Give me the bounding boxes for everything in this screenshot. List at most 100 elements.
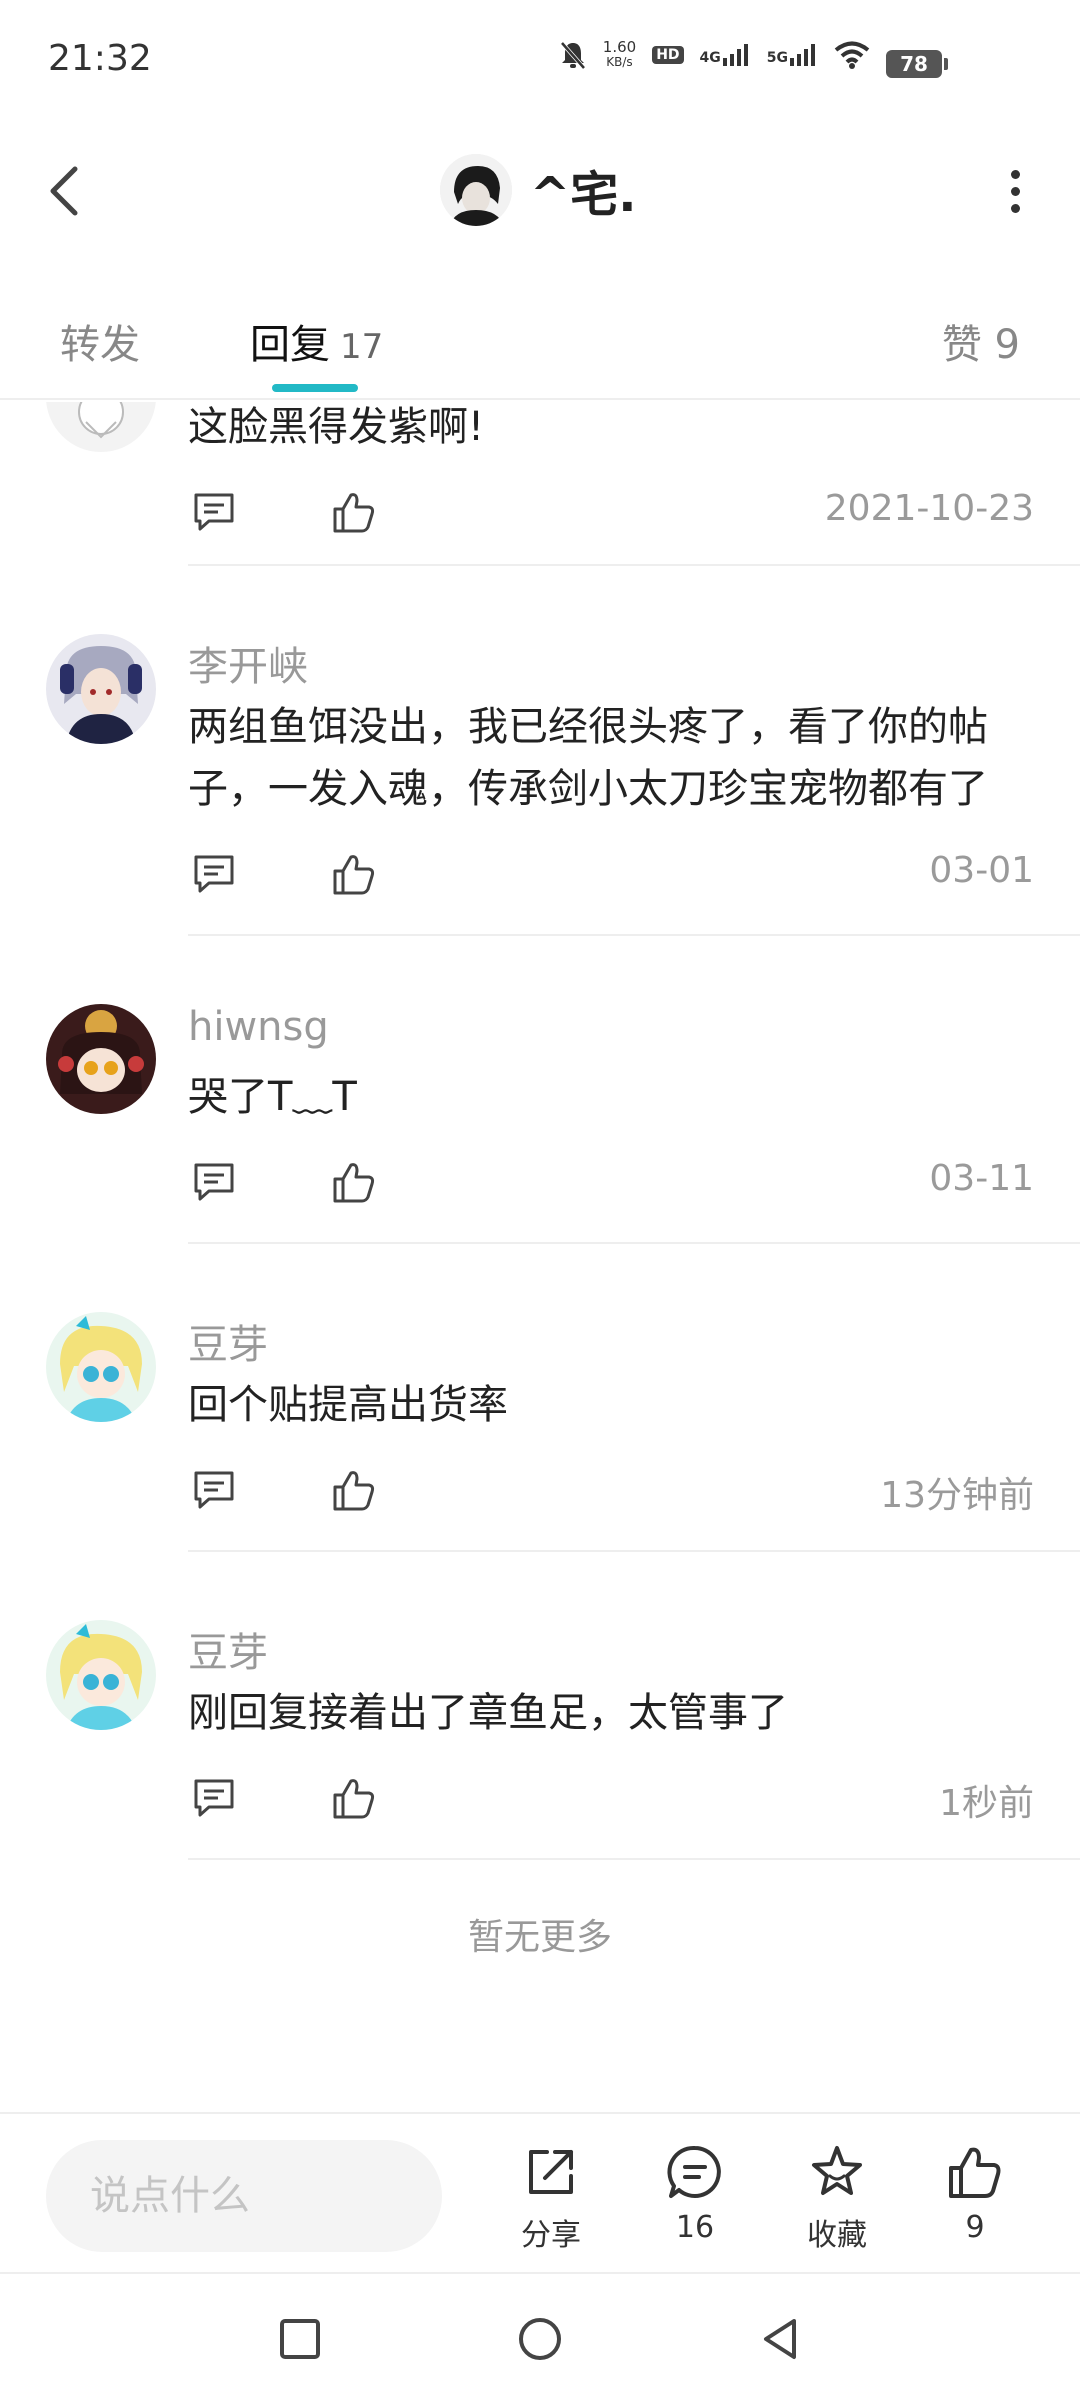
comment-time: 1秒前 — [939, 1783, 1034, 1824]
dot-icon — [1010, 203, 1020, 213]
divider — [188, 1242, 1080, 1244]
back-arrow-icon — [50, 166, 78, 216]
comment-icon — [194, 493, 234, 531]
dot-icon — [1010, 186, 1020, 196]
user-avatar-icon — [46, 1004, 156, 1114]
thumbs-up-icon — [333, 1163, 375, 1203]
tab-like[interactable]: 赞 9 — [942, 312, 1020, 370]
comment-time: 2021-10-23 — [824, 488, 1034, 529]
comment-text: 回个贴提高出货率 — [188, 1382, 508, 1428]
user-avatar-icon — [46, 402, 156, 452]
like-button[interactable] — [324, 1460, 384, 1520]
sim2-network-label: 5G — [766, 50, 788, 66]
comment-count-button[interactable]: 16 — [640, 2142, 750, 2245]
divider — [188, 1858, 1080, 1860]
system-nav-bar — [0, 2272, 1080, 2400]
user-avatar-icon — [46, 1620, 156, 1730]
comment-count-label: 16 — [675, 2210, 715, 2245]
status-time: 21:32 — [48, 38, 152, 79]
recents-button[interactable] — [265, 2304, 335, 2374]
comment-list[interactable]: 这脸黑得发紫啊! 2021-10-23 李开峡 两组鱼饵没出，我已经很头疼了，看… — [0, 402, 1080, 2112]
battery-indicator: 78 — [886, 50, 948, 78]
comment-time: 03-11 — [929, 1158, 1034, 1199]
tab-reply-count: 17 — [340, 327, 384, 367]
user-avatar-icon — [46, 634, 156, 744]
like-button[interactable] — [324, 1152, 384, 1212]
tab-forward[interactable]: 转发 — [60, 312, 140, 370]
thumbs-up-icon — [333, 1471, 375, 1511]
reply-button[interactable] — [184, 844, 244, 904]
signal-bars-icon — [722, 44, 748, 66]
comment-icon — [194, 1779, 234, 1817]
avatar[interactable] — [46, 1004, 156, 1114]
avatar[interactable] — [46, 1620, 156, 1730]
hd-badge: HD — [652, 46, 684, 64]
comment-icon — [194, 855, 234, 893]
net-speed-unit: KB/s — [606, 55, 633, 69]
back-nav-button[interactable] — [745, 2304, 815, 2374]
thumbs-up-icon — [949, 2147, 1001, 2198]
comment-text: 这脸黑得发紫啊! — [188, 404, 485, 450]
tab-reply-label: 回复 — [250, 322, 330, 368]
comment-input[interactable]: 说点什么 — [46, 2140, 442, 2252]
avatar[interactable] — [440, 154, 512, 226]
more-options-button[interactable] — [980, 156, 1050, 226]
favorite-label: 收藏 — [807, 2218, 867, 2253]
no-more-indicator: 暂无更多 — [467, 1917, 612, 1958]
like-button[interactable] — [324, 844, 384, 904]
circle-icon — [519, 2318, 561, 2360]
avatar[interactable] — [46, 1312, 156, 1422]
header-username: ^宅. — [530, 167, 637, 223]
like-post-button[interactable]: 9 — [920, 2142, 1030, 2245]
divider — [188, 1550, 1080, 1552]
favorite-button[interactable]: 收藏 — [782, 2142, 892, 2254]
share-icon — [529, 2150, 573, 2194]
back-button[interactable] — [30, 156, 100, 226]
chat-bubble-icon — [667, 2145, 721, 2198]
sim1-network-label: 4G — [699, 50, 721, 66]
header-user[interactable]: ^宅. — [440, 154, 636, 226]
star-icon — [812, 2146, 862, 2195]
reply-button[interactable] — [184, 1152, 244, 1212]
sim2-signal: 5G — [767, 44, 818, 66]
thumbs-up-icon — [333, 855, 375, 895]
divider — [188, 564, 1080, 566]
share-label: 分享 — [521, 2218, 581, 2253]
square-icon — [280, 2319, 320, 2359]
comment-icon — [194, 1471, 234, 1509]
avatar[interactable] — [46, 402, 156, 452]
status-icons: 1.60 KB/s HD 4G 5G — [559, 40, 870, 70]
comment-icon — [194, 1163, 234, 1201]
active-tab-indicator — [272, 384, 358, 392]
tab-reply[interactable]: 回复 17 — [250, 312, 383, 370]
tab-forward-label: 转发 — [60, 322, 140, 368]
like-button[interactable] — [324, 482, 384, 542]
bottom-action-bar: 说点什么 分享 16 收藏 9 — [0, 2112, 1080, 2272]
header: ^宅. — [0, 110, 1080, 280]
mute-icon — [559, 40, 587, 70]
like-button[interactable] — [324, 1768, 384, 1828]
share-button[interactable]: 分享 — [496, 2142, 606, 2254]
reply-button[interactable] — [184, 1768, 244, 1828]
tab-bar: 转发 回复 17 赞 9 — [0, 290, 1080, 400]
status-bar: 21:32 1.60 KB/s HD 4G 5G 78 — [0, 0, 1080, 110]
comment-text: 刚回复接着出了章鱼足，太管事了 — [188, 1690, 788, 1736]
tab-like-label: 赞 9 — [941, 322, 1020, 368]
comment-text: 两组鱼饵没出，我已经很头疼了，看了你的帖子，一发入魂，传承剑小太刀珍宝宠物都有了 — [188, 704, 988, 812]
comment-author[interactable]: hiwnsg — [188, 1004, 329, 1050]
sim1-signal: 4G — [700, 44, 751, 66]
wifi-icon — [834, 41, 870, 69]
dot-icon — [1010, 169, 1020, 179]
comment-author[interactable]: 李开峡 — [188, 634, 308, 692]
comment-author[interactable]: 豆芽 — [188, 1312, 268, 1370]
comment-author[interactable]: 豆芽 — [188, 1620, 268, 1678]
divider — [188, 934, 1080, 936]
reply-button[interactable] — [184, 1460, 244, 1520]
thumbs-up-icon — [333, 493, 375, 533]
signal-bars-icon — [790, 44, 815, 66]
reply-button[interactable] — [184, 482, 244, 542]
home-button[interactable] — [505, 2304, 575, 2374]
user-avatar-icon — [440, 154, 512, 226]
avatar[interactable] — [46, 634, 156, 744]
user-avatar-icon — [46, 1312, 156, 1422]
